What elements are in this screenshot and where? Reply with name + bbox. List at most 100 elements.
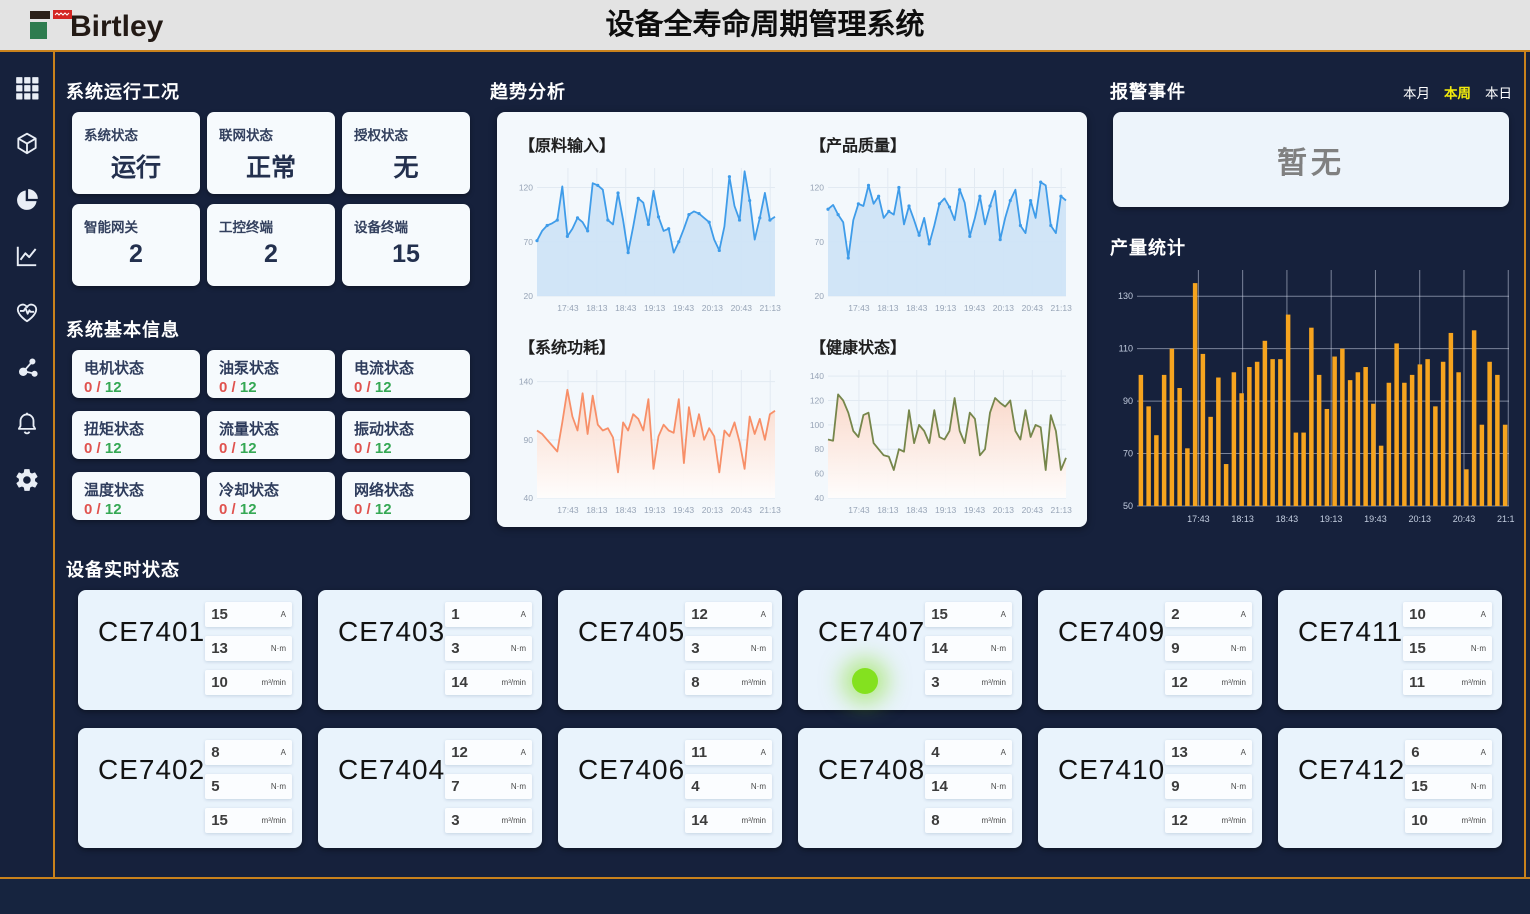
- status-card-value: 无: [342, 148, 470, 184]
- device-metric-unit: N·m: [991, 644, 1006, 653]
- status-card-value: 15: [342, 240, 470, 269]
- svg-text:19:13: 19:13: [644, 303, 666, 313]
- alarm-empty-text: 暂无: [1277, 138, 1345, 182]
- svg-text:18:13: 18:13: [586, 505, 608, 515]
- device-metric-value: 5: [211, 778, 219, 795]
- gear-icon[interactable]: [13, 466, 40, 493]
- device-metrics: 13 A 9 N·m 12 m³/min: [1165, 728, 1262, 848]
- device-name: CE7403: [318, 590, 445, 710]
- device-card-CE7406[interactable]: CE7406 11 A 4 N·m 14 m³/min: [558, 728, 782, 848]
- molecule-icon[interactable]: [13, 354, 40, 381]
- status-card-label: 工控终端: [207, 204, 335, 236]
- info-card-count: 0 / 12: [207, 378, 335, 396]
- device-metric-value: 1: [451, 606, 459, 623]
- bell-icon[interactable]: [13, 410, 40, 437]
- device-metric-value: 15: [211, 606, 228, 623]
- device-metric-unit: A: [521, 748, 526, 757]
- svg-text:40: 40: [815, 493, 825, 503]
- footer-bar: [0, 879, 1530, 914]
- device-metric-unit: m³/min: [742, 816, 766, 825]
- device-metrics: 15 A 14 N·m 3 m³/min: [925, 590, 1022, 710]
- line-chart-icon[interactable]: [13, 242, 40, 269]
- info-card-label: 流量状态: [207, 411, 335, 439]
- device-metric-value: 14: [451, 674, 468, 691]
- device-card-CE7409[interactable]: CE7409 2 A 9 N·m 12 m³/min: [1038, 590, 1262, 710]
- device-metric-row: 12 m³/min: [1165, 670, 1252, 695]
- trend-chart-health-status: 17:4318:1318:4319:1319:4320:1320:4321:13…: [802, 360, 1074, 520]
- device-card-CE7411[interactable]: CE7411 10 A 15 N·m 11 m³/min: [1278, 590, 1502, 710]
- device-name: CE7401: [78, 590, 205, 710]
- device-name: CE7404: [318, 728, 445, 848]
- device-metric-unit: A: [281, 748, 286, 757]
- svg-text:18:13: 18:13: [877, 505, 899, 515]
- svg-text:18:43: 18:43: [906, 303, 928, 313]
- device-metric-row: 13 A: [1165, 740, 1252, 765]
- section-title-trend: 趋势分析: [490, 78, 566, 104]
- device-metric-row: 10 A: [1403, 602, 1492, 627]
- device-metric-unit: m³/min: [262, 816, 286, 825]
- device-metric-unit: N·m: [511, 782, 526, 791]
- device-metric-unit: m³/min: [982, 678, 1006, 687]
- device-card-CE7412[interactable]: CE7412 6 A 15 N·m 10 m³/min: [1278, 728, 1502, 848]
- device-card-CE7403[interactable]: CE7403 1 A 3 N·m 14 m³/min: [318, 590, 542, 710]
- frame-line-right: [1524, 52, 1526, 877]
- alarm-tab-本日[interactable]: 本日: [1485, 82, 1512, 102]
- device-metric-value: 11: [1409, 674, 1425, 691]
- device-metrics: 1 A 3 N·m 14 m³/min: [445, 590, 542, 710]
- device-metric-unit: N·m: [1231, 782, 1246, 791]
- device-metric-unit: N·m: [1471, 644, 1486, 653]
- svg-text:100: 100: [810, 419, 824, 429]
- device-metric-value: 3: [691, 640, 699, 657]
- health-pulse-icon[interactable]: [13, 298, 40, 325]
- status-card-0: 系统状态 运行: [72, 112, 200, 194]
- grid-icon[interactable]: [13, 74, 40, 101]
- device-card-CE7401[interactable]: CE7401 15 A 13 N·m 10 m³/min: [78, 590, 302, 710]
- device-card-CE7408[interactable]: CE7408 4 A 14 N·m 8 m³/min: [798, 728, 1022, 848]
- svg-text:70: 70: [815, 237, 825, 247]
- svg-text:80: 80: [815, 444, 825, 454]
- device-metric-unit: A: [1001, 610, 1006, 619]
- section-title-production: 产量统计: [1110, 234, 1186, 260]
- device-metric-unit: A: [1001, 748, 1006, 757]
- cube-icon[interactable]: [13, 130, 40, 157]
- alarm-tab-本月[interactable]: 本月: [1403, 82, 1430, 102]
- device-metric-row: 3 m³/min: [445, 808, 532, 833]
- device-card-CE7404[interactable]: CE7404 12 A 7 N·m 3 m³/min: [318, 728, 542, 848]
- device-card-CE7402[interactable]: CE7402 8 A 5 N·m 15 m³/min: [78, 728, 302, 848]
- device-metric-row: 4 A: [925, 740, 1012, 765]
- trend-analysis-card: 【原料输入】17:4318:1318:4319:1319:4320:1320:4…: [497, 112, 1087, 527]
- svg-text:20: 20: [524, 291, 534, 301]
- device-metric-row: 14 m³/min: [685, 808, 772, 833]
- device-metric-row: 15 A: [205, 602, 292, 627]
- alarm-tab-本周[interactable]: 本周: [1444, 82, 1471, 102]
- device-metric-row: 8 m³/min: [925, 808, 1012, 833]
- info-card-4: 流量状态 0 / 12: [207, 411, 335, 459]
- page-title: 设备全寿命周期管理系统: [0, 0, 1530, 50]
- info-card-label: 电机状态: [72, 350, 200, 378]
- info-card-count: 0 / 12: [207, 500, 335, 518]
- trend-cell-health-status: 【健康状态】17:4318:1318:4319:1319:4320:1320:4…: [792, 320, 1083, 522]
- device-metric-value: 3: [451, 812, 459, 829]
- svg-text:17:43: 17:43: [557, 303, 579, 313]
- device-metric-unit: N·m: [751, 782, 766, 791]
- device-card-CE7407[interactable]: CE7407 15 A 14 N·m 3 m³/min: [798, 590, 1022, 710]
- svg-text:17:43: 17:43: [557, 505, 579, 515]
- device-metric-row: 14 N·m: [925, 774, 1012, 799]
- svg-text:110: 110: [1119, 344, 1133, 354]
- pie-chart-icon[interactable]: [13, 186, 40, 213]
- device-card-CE7405[interactable]: CE7405 12 A 3 N·m 8 m³/min: [558, 590, 782, 710]
- device-metric-value: 6: [1411, 744, 1419, 761]
- device-metrics: 11 A 4 N·m 14 m³/min: [685, 728, 782, 848]
- device-metric-unit: N·m: [271, 782, 286, 791]
- device-running-indicator: [852, 668, 878, 694]
- device-metric-unit: m³/min: [262, 678, 286, 687]
- info-card-count: 0 / 12: [72, 378, 200, 396]
- device-card-CE7410[interactable]: CE7410 13 A 9 N·m 12 m³/min: [1038, 728, 1262, 848]
- svg-text:50: 50: [1123, 501, 1133, 511]
- status-card-label: 授权状态: [342, 112, 470, 144]
- device-name: CE7408: [798, 728, 925, 848]
- device-metric-value: 15: [1411, 778, 1428, 795]
- system-info-cards: 电机状态 0 / 12油泵状态 0 / 12电流状态 0 / 12扭矩状态 0 …: [72, 350, 470, 520]
- svg-text:20:43: 20:43: [731, 505, 753, 515]
- status-card-label: 系统状态: [72, 112, 200, 144]
